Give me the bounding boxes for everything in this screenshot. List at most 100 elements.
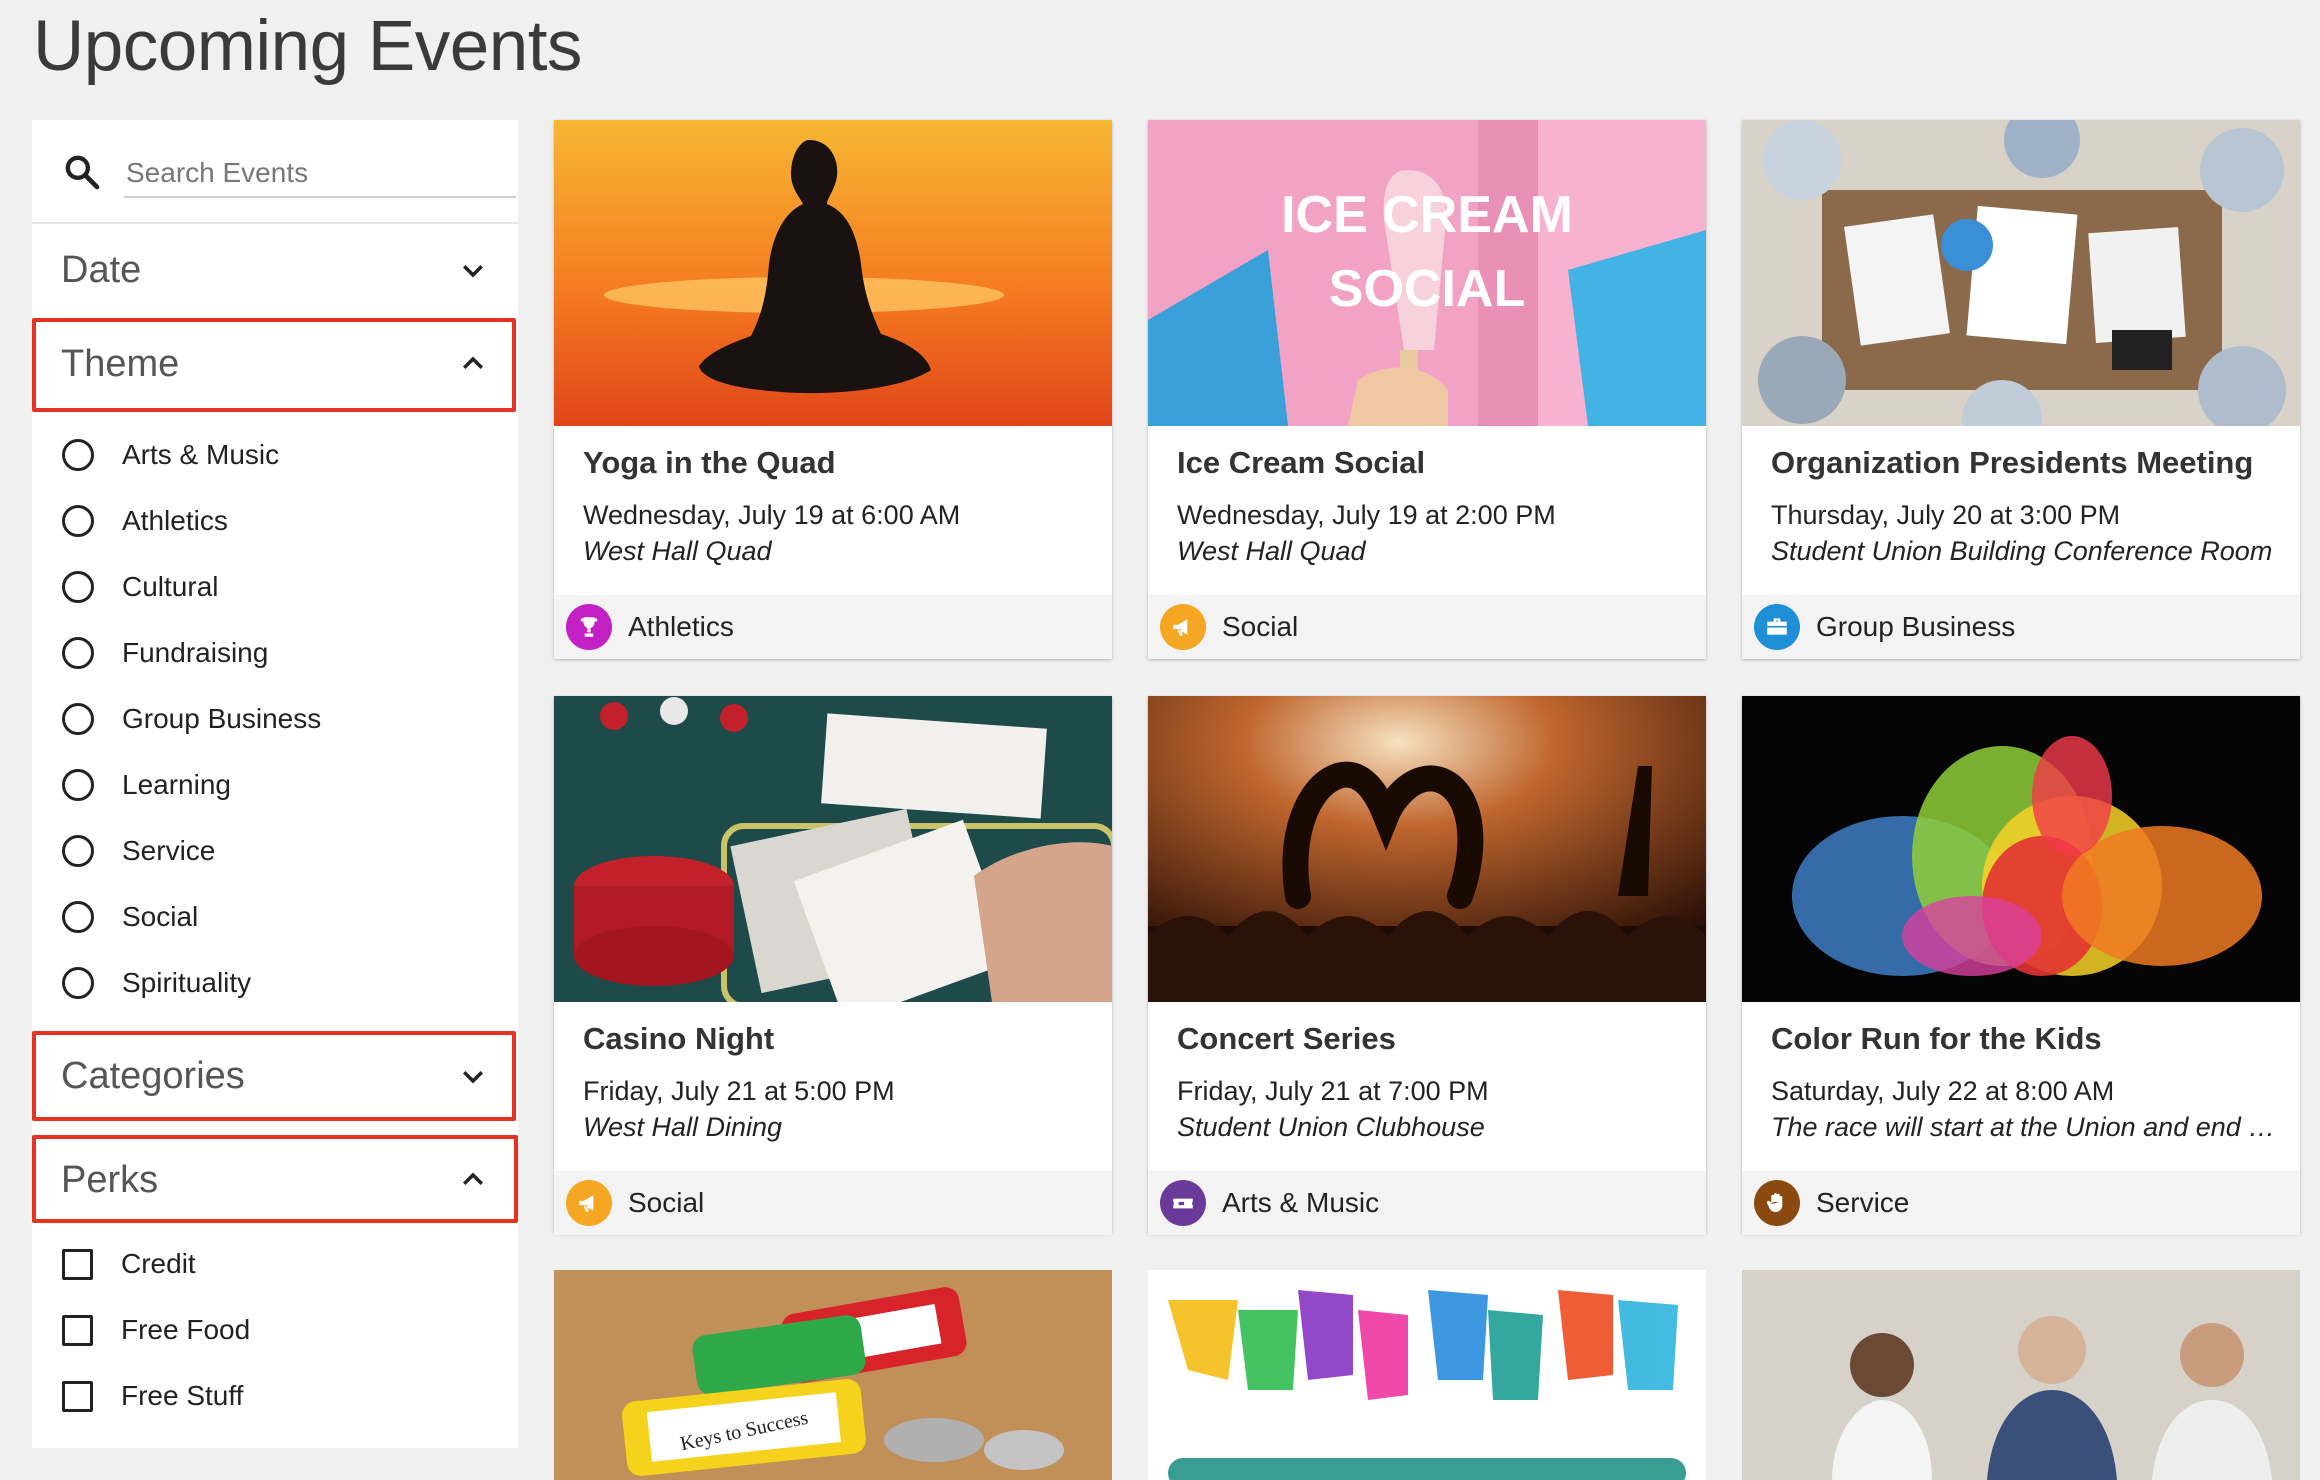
event-theme: Service bbox=[1742, 1171, 2300, 1235]
event-location: West Hall Dining bbox=[583, 1112, 783, 1142]
event-theme-label: Service bbox=[1816, 1187, 1910, 1218]
theme-option-label: Service bbox=[122, 835, 216, 866]
event-title[interactable]: Concert Series bbox=[1177, 1021, 1396, 1057]
event-image[interactable] bbox=[1742, 1270, 2300, 1480]
theme-filter-toggle[interactable]: Theme bbox=[32, 320, 518, 408]
event-location: Student Union Building Conference Room bbox=[1771, 536, 2273, 566]
event-image[interactable] bbox=[554, 120, 1112, 426]
theme-option-label: Cultural bbox=[122, 571, 219, 602]
event-image[interactable]: Keys to Success bbox=[554, 1270, 1112, 1480]
date-filter-toggle[interactable]: Date bbox=[32, 226, 518, 314]
trophy-icon bbox=[566, 604, 612, 650]
event-title[interactable]: Organization Presidents Meeting bbox=[1771, 445, 2253, 481]
event-card[interactable]: Casino Night Friday, July 21 at 5:00 PM … bbox=[554, 696, 1112, 1235]
page-title: Upcoming Events bbox=[33, 7, 582, 86]
event-image[interactable]: ICE CREAM SOCIAL bbox=[1148, 120, 1706, 426]
perk-option-label: Free Stuff bbox=[121, 1380, 244, 1411]
perks-filter-toggle[interactable]: Perks bbox=[32, 1136, 518, 1224]
event-datetime: Thursday, July 20 at 3:00 PM bbox=[1771, 500, 2121, 530]
event-datetime: Friday, July 21 at 7:00 PM bbox=[1177, 1076, 1489, 1106]
hand-icon bbox=[1754, 1180, 1800, 1226]
event-theme-label: Arts & Music bbox=[1222, 1187, 1380, 1218]
date-filter-label: Date bbox=[61, 248, 142, 291]
checkbox[interactable] bbox=[62, 1314, 93, 1346]
event-title[interactable]: Ice Cream Social bbox=[1177, 445, 1425, 481]
event-title[interactable]: Casino Night bbox=[583, 1021, 774, 1057]
event-location: West Hall Quad bbox=[1177, 536, 1366, 566]
event-card[interactable]: Organization Presidents Meeting Thursday… bbox=[1742, 120, 2300, 659]
radio-button[interactable] bbox=[62, 769, 94, 801]
briefcase-icon bbox=[1754, 604, 1800, 650]
radio-button[interactable] bbox=[62, 637, 94, 669]
event-card[interactable]: Color Run for the Kids Saturday, July 22… bbox=[1742, 696, 2300, 1235]
perk-option-label: Free Food bbox=[121, 1314, 251, 1345]
event-location: The race will start at the Union and end… bbox=[1771, 1112, 2276, 1142]
theme-option[interactable]: Service bbox=[62, 825, 215, 877]
checkbox[interactable] bbox=[62, 1248, 93, 1280]
theme-option-label: Spirituality bbox=[122, 967, 252, 998]
radio-button[interactable] bbox=[62, 703, 94, 735]
event-card[interactable] bbox=[1148, 1270, 1706, 1480]
event-card[interactable] bbox=[1742, 1270, 2300, 1480]
event-theme: Social bbox=[554, 1171, 1112, 1235]
event-location: West Hall Quad bbox=[583, 536, 772, 566]
theme-option[interactable]: Cultural bbox=[62, 561, 218, 613]
event-title[interactable]: Color Run for the Kids bbox=[1771, 1021, 2102, 1057]
theme-option[interactable]: Athletics bbox=[62, 495, 228, 547]
filter-sidebar: Date Theme Arts & Music Athletics Cultur… bbox=[32, 120, 518, 1448]
event-image[interactable] bbox=[554, 696, 1112, 1002]
megaphone-icon bbox=[1160, 604, 1206, 650]
event-datetime: Saturday, July 22 at 8:00 AM bbox=[1771, 1076, 2115, 1106]
theme-option-label: Social bbox=[122, 901, 199, 932]
radio-button[interactable] bbox=[62, 505, 94, 537]
theme-option[interactable]: Learning bbox=[62, 759, 231, 811]
search-bar bbox=[32, 120, 518, 224]
theme-option[interactable]: Spirituality bbox=[62, 957, 251, 1009]
event-image[interactable] bbox=[1148, 1270, 1706, 1480]
search-icon[interactable] bbox=[62, 152, 102, 192]
event-card[interactable]: Concert Series Friday, July 21 at 7:00 P… bbox=[1148, 696, 1706, 1235]
theme-option-label: Group Business bbox=[122, 703, 322, 734]
megaphone-icon bbox=[566, 1180, 612, 1226]
theme-option-label: Arts & Music bbox=[122, 439, 280, 470]
perk-option[interactable]: Free Stuff bbox=[62, 1370, 243, 1422]
perk-option[interactable]: Credit bbox=[62, 1238, 196, 1290]
chevron-up-icon bbox=[463, 1172, 483, 1185]
event-card[interactable]: Keys to Success bbox=[554, 1270, 1112, 1480]
theme-option[interactable]: Group Business bbox=[62, 693, 321, 745]
event-theme: Social bbox=[1148, 595, 1706, 659]
theme-option-label: Fundraising bbox=[122, 637, 269, 668]
event-location: Student Union Clubhouse bbox=[1177, 1112, 1485, 1142]
chevron-up-icon bbox=[463, 356, 483, 369]
event-card[interactable]: ICE CREAM SOCIAL Ice Cream Social Wednesd… bbox=[1148, 120, 1706, 659]
radio-button[interactable] bbox=[62, 967, 94, 999]
event-theme-label: Social bbox=[1222, 611, 1299, 642]
search-input[interactable] bbox=[124, 150, 516, 198]
ticket-icon bbox=[1160, 1180, 1206, 1226]
event-theme: Group Business bbox=[1742, 595, 2300, 659]
event-title[interactable]: Yoga in the Quad bbox=[583, 445, 836, 481]
event-theme: Athletics bbox=[554, 595, 1112, 659]
event-theme-label: Social bbox=[628, 1187, 705, 1218]
perk-option[interactable]: Free Food bbox=[62, 1304, 250, 1356]
radio-button[interactable] bbox=[62, 571, 94, 603]
event-theme-label: Athletics bbox=[628, 611, 734, 642]
event-image[interactable] bbox=[1148, 696, 1706, 1002]
event-card[interactable]: Yoga in the Quad Wednesday, July 19 at 6… bbox=[554, 120, 1112, 659]
categories-filter-label: Categories bbox=[61, 1054, 245, 1097]
event-datetime: Friday, July 21 at 5:00 PM bbox=[583, 1076, 895, 1106]
radio-button[interactable] bbox=[62, 439, 94, 471]
theme-option[interactable]: Fundraising bbox=[62, 627, 268, 679]
categories-filter-toggle[interactable]: Categories bbox=[32, 1032, 518, 1120]
radio-button[interactable] bbox=[62, 901, 94, 933]
event-image[interactable] bbox=[1742, 696, 2300, 1002]
checkbox[interactable] bbox=[62, 1380, 93, 1412]
event-datetime: Wednesday, July 19 at 2:00 PM bbox=[1177, 500, 1556, 530]
event-image[interactable] bbox=[1742, 120, 2300, 426]
radio-button[interactable] bbox=[62, 835, 94, 867]
theme-option-label: Athletics bbox=[122, 505, 228, 536]
theme-option[interactable]: Arts & Music bbox=[62, 429, 279, 481]
chevron-down-icon bbox=[463, 1071, 483, 1084]
theme-option[interactable]: Social bbox=[62, 891, 198, 943]
chevron-down-icon bbox=[463, 265, 483, 278]
